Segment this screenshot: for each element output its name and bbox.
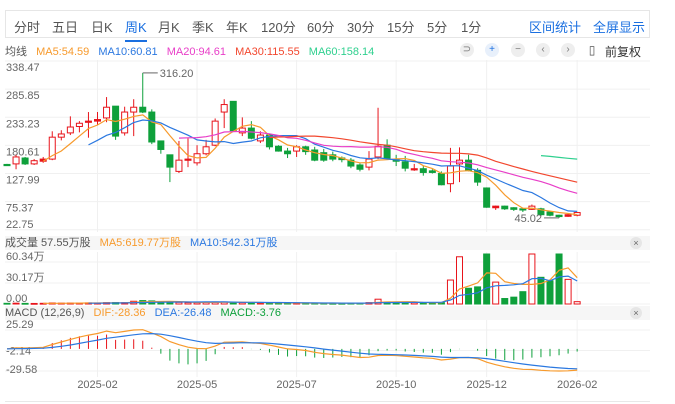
volume-bar — [184, 302, 192, 305]
volume-bar — [537, 276, 545, 305]
candle-down — [275, 145, 282, 152]
candle-up — [130, 106, 138, 113]
volume-bar — [483, 253, 491, 305]
volume-bar — [3, 302, 11, 305]
price-tick-label: 338.47 — [6, 62, 40, 74]
candle-up — [75, 122, 83, 127]
volume-bar — [546, 280, 554, 305]
candle-down — [428, 170, 436, 173]
candle-up — [66, 126, 74, 134]
volume-bar — [30, 302, 38, 305]
kline-chart[interactable]: 338.47 285.85 233.23 180.61 127.99 75.37 22.75… — [0, 0, 675, 404]
ma60-line — [540, 155, 578, 160]
candle-up — [238, 127, 246, 134]
candle-down — [501, 205, 509, 210]
candle-down — [519, 208, 527, 211]
volume-bar — [573, 301, 581, 305]
candle-down — [483, 187, 491, 208]
candle-up — [84, 120, 92, 123]
time-tick-label: 2025-02 — [77, 379, 117, 391]
candle-down — [510, 207, 518, 210]
candle-down — [401, 161, 409, 169]
candle-up — [175, 159, 183, 172]
volume-bar — [474, 286, 482, 305]
candle-up — [121, 111, 129, 134]
candle-up — [12, 156, 20, 165]
candle-up — [492, 205, 500, 209]
time-tick-label: 2025-10 — [376, 379, 416, 391]
candle-down — [555, 214, 563, 218]
divider — [5, 401, 650, 402]
low-price-label: 45.02 — [515, 213, 543, 225]
volume-bar — [564, 278, 572, 305]
ma10-line — [88, 119, 578, 212]
volume-tick-label: 60.34万 — [6, 251, 45, 263]
high-price-label: 316.20 — [160, 68, 194, 80]
candle-down — [21, 157, 29, 165]
candle-up — [103, 106, 111, 119]
candle-up — [220, 104, 228, 113]
macd-tick-label: 25.29 — [6, 319, 34, 331]
candle-down — [284, 150, 292, 155]
price-tick-label: 127.99 — [6, 175, 40, 187]
candle-up — [57, 133, 65, 138]
price-tick-label: 22.75 — [6, 219, 34, 231]
candle-down — [437, 173, 445, 186]
candle-down — [419, 168, 427, 173]
price-tick-label: 180.61 — [6, 146, 40, 158]
volume-bar — [519, 291, 527, 305]
candle-up — [374, 145, 382, 158]
candle-down — [166, 154, 174, 168]
candle-up — [410, 168, 418, 171]
candle-down — [148, 111, 156, 143]
macd-tick-label: -29.58 — [6, 364, 37, 376]
price-tick-label: 75.37 — [6, 203, 34, 215]
candle-up — [30, 160, 38, 165]
candle-down — [157, 140, 165, 150]
macd-tick-label: -2.14 — [6, 345, 31, 357]
candle-down — [3, 163, 11, 167]
volume-bar — [555, 253, 563, 305]
candle-down — [546, 211, 554, 216]
price-tick-label: 285.85 — [6, 90, 40, 102]
candle-down — [139, 106, 147, 113]
candle-up — [446, 165, 454, 185]
candle-down — [356, 164, 364, 170]
volume-bar — [12, 302, 20, 305]
candle-down — [229, 100, 237, 132]
time-tick-label: 2025-12 — [466, 379, 506, 391]
candle-up — [184, 158, 192, 161]
time-tick-label: 2026-02 — [557, 379, 597, 391]
volume-bar — [501, 298, 509, 305]
time-tick-label: 2025-07 — [276, 379, 316, 391]
candle-up — [564, 214, 572, 217]
time-tick-label: 2025-05 — [177, 379, 217, 391]
volume-bar — [21, 302, 29, 305]
volume-bar — [465, 287, 473, 305]
candle-up — [202, 146, 210, 155]
candle-down — [247, 127, 255, 139]
price-tick-label: 233.23 — [6, 118, 40, 130]
volume-bar — [510, 296, 518, 305]
candle-up — [94, 119, 101, 122]
volume-tick-label: 30.17万 — [6, 272, 45, 284]
